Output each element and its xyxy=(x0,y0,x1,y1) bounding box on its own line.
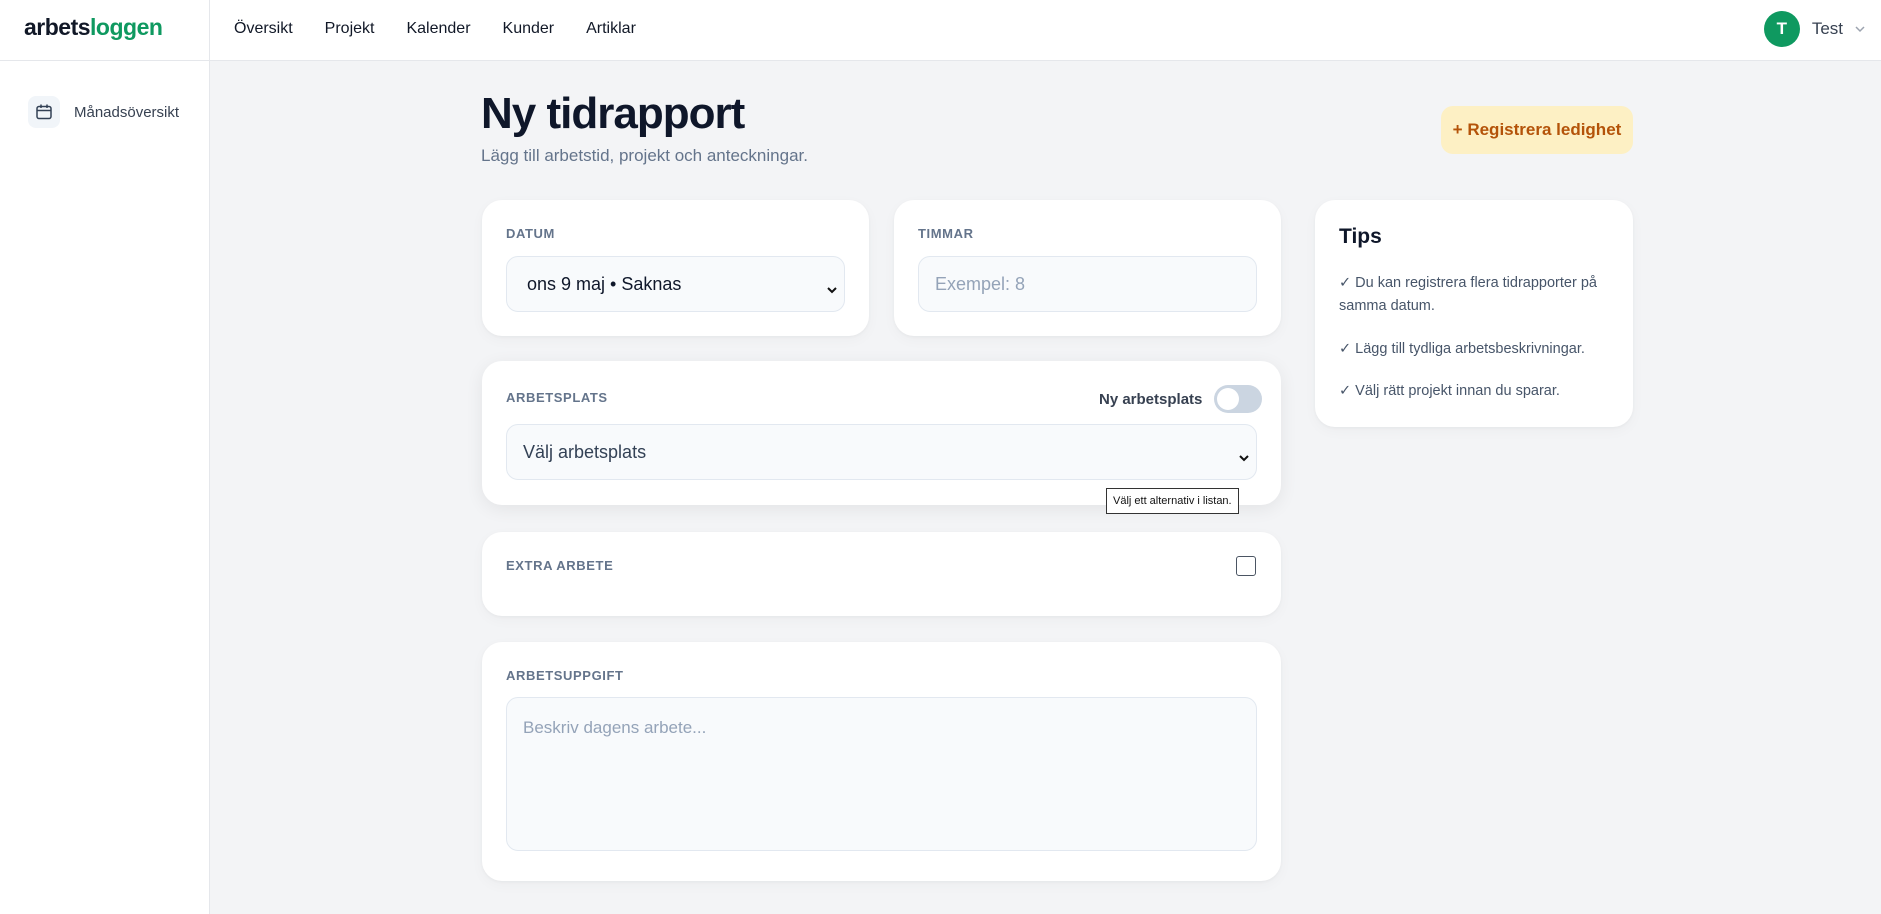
hours-label: TIMMAR xyxy=(918,226,974,241)
chevron-down-icon xyxy=(1238,447,1250,462)
chevron-down-icon xyxy=(1855,24,1865,34)
tip-item: ✓ Välj rätt projekt innan du sparar. xyxy=(1339,383,1560,399)
nav-kalender[interactable]: Kalender xyxy=(406,20,470,38)
task-label: ARBETSUPPGIFT xyxy=(506,668,624,683)
task-textarea[interactable]: Beskriv dagens arbete... xyxy=(506,697,1257,851)
register-leave-button[interactable]: + Registrera ledighet xyxy=(1441,106,1633,154)
task-card: ARBETSUPPGIFT Beskriv dagens arbete... xyxy=(482,642,1281,881)
logo-part-2: loggen xyxy=(90,14,163,40)
workplace-card: ARBETSPLATS Ny arbetsplats Välj arbetspl… xyxy=(482,361,1281,505)
tip-item: ✓ Lägg till tydliga arbetsbeskrivningar. xyxy=(1339,341,1585,357)
date-select-value: ons 9 maj • Saknas xyxy=(527,273,682,294)
logo-part-1: arbets xyxy=(24,14,91,40)
workplace-select-value: Välj arbetsplats xyxy=(523,441,647,462)
new-workplace-toggle[interactable] xyxy=(1214,385,1263,413)
logo-divider xyxy=(209,0,210,61)
app-logo[interactable]: arbetsloggen xyxy=(24,14,163,41)
hours-input[interactable]: Exempel: 8 xyxy=(918,256,1257,312)
tips-title: Tips xyxy=(1339,225,1382,248)
date-label: DATUM xyxy=(506,226,555,241)
extra-work-card: EXTRA ARBETE xyxy=(482,532,1281,616)
validation-tooltip: Välj ett alternativ i listan. xyxy=(1106,488,1239,514)
new-workplace-toggle-group: Ny arbetsplats xyxy=(1099,385,1263,413)
new-workplace-label: Ny arbetsplats xyxy=(1099,390,1203,408)
calendar-icon xyxy=(28,96,60,128)
workplace-select[interactable]: Välj arbetsplats xyxy=(506,424,1257,480)
sidebar-item-manadsoversikt[interactable]: Månadsöversikt xyxy=(28,96,179,128)
user-menu[interactable]: T Test xyxy=(1763,11,1865,47)
top-bar: arbetsloggen Översikt Projekt Kalender K… xyxy=(0,0,1881,61)
nav-oversikt[interactable]: Översikt xyxy=(234,20,293,38)
date-select[interactable]: ons 9 maj • Saknas xyxy=(506,256,845,312)
date-card: DATUM ons 9 maj • Saknas xyxy=(482,200,869,336)
page-subtitle: Lägg till arbetstid, projekt och anteckn… xyxy=(481,146,808,165)
page-title: Ny tidrapport xyxy=(481,89,745,138)
hours-placeholder: Exempel: 8 xyxy=(935,273,1026,294)
chevron-down-icon xyxy=(826,279,838,294)
nav-artiklar[interactable]: Artiklar xyxy=(586,20,636,38)
sidebar-item-label: Månadsöversikt xyxy=(74,103,180,121)
extra-work-label: EXTRA ARBETE xyxy=(506,558,614,573)
avatar: T xyxy=(1763,11,1800,47)
hours-card: TIMMAR Exempel: 8 xyxy=(894,200,1281,336)
nav-kunder[interactable]: Kunder xyxy=(503,20,555,38)
nav-projekt[interactable]: Projekt xyxy=(325,20,375,38)
tips-card: Tips ✓ Du kan registrera flera tidrappor… xyxy=(1315,200,1633,427)
user-name: Test xyxy=(1811,19,1843,38)
toggle-knob xyxy=(1217,388,1240,410)
workplace-label: ARBETSPLATS xyxy=(506,390,608,405)
main-nav: Översikt Projekt Kalender Kunder Artikla… xyxy=(234,0,636,57)
sidebar: Månadsöversikt xyxy=(0,61,210,914)
tip-item: ✓ Du kan registrera flera tidrapporter p… xyxy=(1339,275,1597,314)
extra-work-checkbox[interactable] xyxy=(1236,556,1256,576)
